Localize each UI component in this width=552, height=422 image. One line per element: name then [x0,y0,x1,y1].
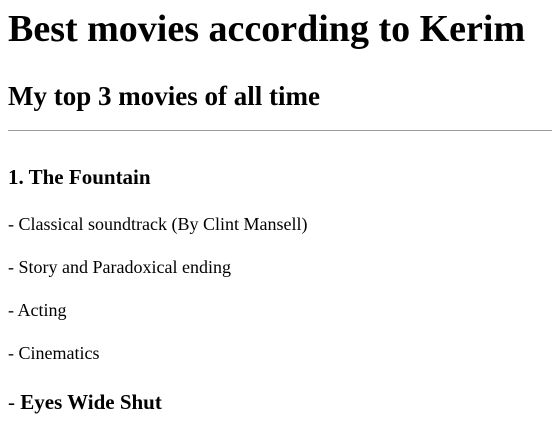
divider [8,130,552,131]
movie-point: - Cinematics [8,343,100,363]
next-movie-prefix: - [8,390,21,414]
page-subtitle: My top 3 movies of all time [8,81,320,111]
movie-heading: 1. The Fountain [8,165,151,189]
movie-point: - Acting [8,300,67,320]
next-movie-entry: - Eyes Wide Shut [8,389,162,415]
page-title: Best movies according to Kerim [8,8,526,50]
page: Best movies according to Kerim My top 3 … [0,0,552,422]
movie-point: - Classical soundtrack (By Clint Mansell… [8,214,308,234]
next-movie-title: Eyes Wide Shut [20,390,162,414]
movie-point: - Story and Paradoxical ending [8,257,231,277]
